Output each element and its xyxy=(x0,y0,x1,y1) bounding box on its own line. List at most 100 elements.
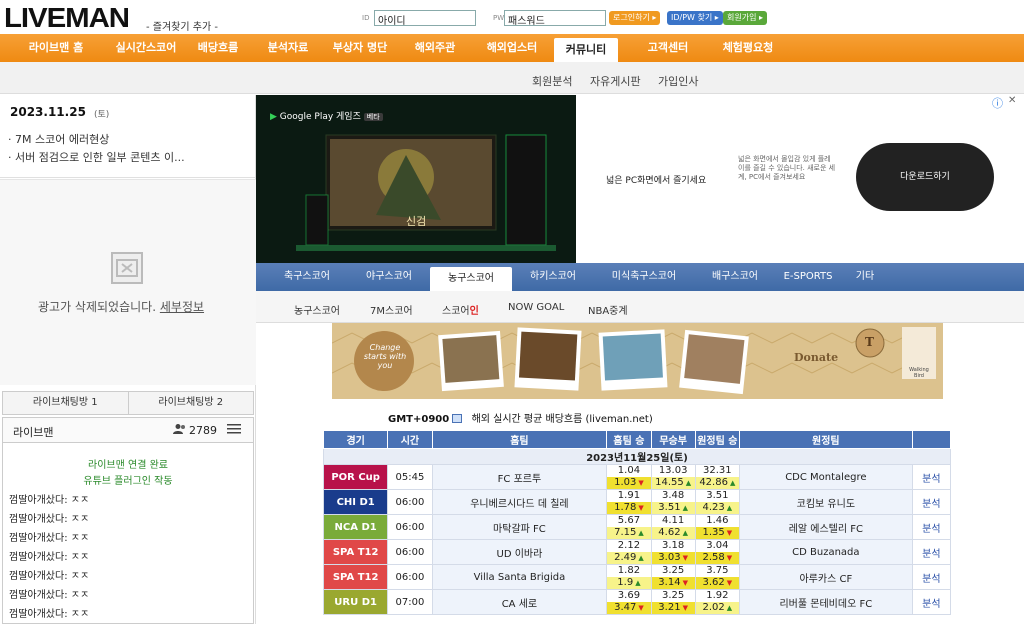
nav-trial-request[interactable]: 체험평요청 xyxy=(710,34,786,62)
community-subnav: 회원분석 자유게시판 가입인사 xyxy=(0,62,1024,94)
league-badge[interactable]: SPA T12 xyxy=(322,539,389,565)
col-header: 경기 xyxy=(322,430,389,449)
tab-chat-room-2[interactable]: 라이브채팅방 2 xyxy=(127,392,253,414)
league-badge[interactable]: NCA D1 xyxy=(322,514,389,540)
analysis-link[interactable]: 분석 xyxy=(911,489,952,515)
ad-download-button[interactable]: 다운로드하기 xyxy=(856,143,994,211)
chat-message: 껌딸아개샀다: ㅈㅈ xyxy=(9,609,90,620)
chat-message: 껌딸아개샀다: ㅈㅈ xyxy=(9,514,90,525)
league-badge[interactable]: CHI D1 xyxy=(322,489,389,515)
analysis-link[interactable]: 분석 xyxy=(911,539,952,565)
home-team[interactable]: 우니베르시다드 데 칠레 xyxy=(431,489,608,515)
home-team[interactable]: 마탁갈파 FC xyxy=(431,514,608,540)
away-win-odds: 32.31 42.86 ▲ xyxy=(694,464,740,490)
google-play-ad[interactable]: ▶ Google Play 게임즈 베타 신검 넓은 PC화면에서 즐기세요 넓… xyxy=(256,95,1024,263)
match-row: SPA T12 06:00 Villa Santa Brigida 1.82 1.9 ▲ 3… xyxy=(322,564,952,590)
nav-analysis[interactable]: 분석자료 xyxy=(256,34,320,62)
donate-banner[interactable]: Change starts with you Donate T Walking … xyxy=(332,323,943,399)
nav-overseas-picks[interactable]: 해외주관 xyxy=(400,34,470,62)
subnav-free-board[interactable]: 자유게시판 xyxy=(590,73,641,89)
nav-home[interactable]: 라이브맨 홈 xyxy=(0,34,112,62)
pw-label: PW xyxy=(493,14,505,22)
walking-bird-badge: Walking Bird xyxy=(909,367,929,379)
stamp-text: Change starts with you xyxy=(363,343,407,370)
tab-basketball-score[interactable]: 농구스코어 xyxy=(430,267,512,291)
tab-hockey-score[interactable]: 하키스코어 xyxy=(512,263,594,291)
home-team[interactable]: UD 이바라 xyxy=(431,539,608,565)
login-button[interactable]: 로그인하기 ▸ xyxy=(609,11,661,25)
ad-info-icon[interactable]: ⓘ xyxy=(992,95,1003,111)
tab-soccer-score[interactable]: 축구스코어 xyxy=(266,263,348,291)
home-team[interactable]: FC 포르투 xyxy=(431,464,608,490)
chat-header: 라이브맨 2789 xyxy=(2,417,254,443)
league-badge[interactable]: POR Cup xyxy=(322,464,389,490)
match-row: URU D1 07:00 CA 세로 3.69 3.47 ▼ 3.25 3.21 ▼ 1.92 2.… xyxy=(322,589,952,615)
subtab-nba-broadcast[interactable]: NBA중계 xyxy=(588,302,628,317)
chat-messages[interactable]: ••• 라이브맨 연결 완료 유튜브 플러그인 작동 껌딸아개샀다: ㅈㅈ 껌딸… xyxy=(2,443,254,624)
analysis-link[interactable]: 분석 xyxy=(911,464,952,490)
liveman-logo[interactable]: LIVEMAN xyxy=(4,2,130,34)
away-win-odds: 3.75 3.62 ▼ xyxy=(694,564,740,590)
subnav-greetings[interactable]: 가입인사 xyxy=(658,73,698,89)
chat-message: 껌딸아개샀다: ㅈㅈ xyxy=(9,571,90,582)
home-win-odds: 1.82 1.9 ▲ xyxy=(606,564,652,590)
bookmark-link[interactable]: - 즐겨찾기 추가 - xyxy=(146,18,218,33)
league-badge[interactable]: URU D1 xyxy=(322,589,389,615)
ad-detail-link[interactable]: 세부정보 xyxy=(160,300,204,314)
analysis-link[interactable]: 분석 xyxy=(911,514,952,540)
notice-item[interactable]: · 서버 점검으로 인한 일부 콘텐츠 이... xyxy=(8,149,185,165)
away-team[interactable]: 레알 에스텔리 FC xyxy=(738,514,913,540)
home-team[interactable]: CA 세로 xyxy=(431,589,608,615)
nav-injury-list[interactable]: 부상자 명단 xyxy=(320,34,400,62)
nav-community[interactable]: 커뮤니티 xyxy=(554,38,618,62)
col-header: 홈팀 xyxy=(431,430,608,449)
analysis-link[interactable]: 분석 xyxy=(911,564,952,590)
subnav-member-analysis[interactable]: 회원분석 xyxy=(532,73,572,89)
tab-volleyball-score[interactable]: 배구스코어 xyxy=(694,263,776,291)
ad-close-icon[interactable]: ✕ xyxy=(1008,95,1016,106)
away-team[interactable]: 코킴보 유니도 xyxy=(738,489,913,515)
home-team[interactable]: Villa Santa Brigida xyxy=(431,564,608,590)
id-input[interactable]: 아이디 xyxy=(374,10,476,27)
tab-chat-room-1[interactable]: 라이브채팅방 1 xyxy=(3,392,128,414)
draw-odds: 3.25 3.14 ▼ xyxy=(650,564,696,590)
removed-ad-panel: 광고가 삭제되었습니다. 세부정보 xyxy=(0,179,256,385)
match-row: NCA D1 06:00 마탁갈파 FC 5.67 7.15 ▲ 4.11 4.62 ▲ 1.46… xyxy=(322,514,952,540)
date-row: 2023년11월25일(토) xyxy=(323,448,951,465)
tab-baseball-score[interactable]: 야구스코어 xyxy=(348,263,430,291)
tab-football-score[interactable]: 미식축구스코어 xyxy=(594,263,694,291)
away-win-odds: 1.46 1.35 ▼ xyxy=(694,514,740,540)
analysis-link[interactable]: 분석 xyxy=(911,589,952,615)
subtab-score-in[interactable]: 스코어인 xyxy=(442,302,479,317)
odds-table: 경기 시간 홈팀 홈팀 승 무승부 원정팀 승 원정팀 2023년11월25일(… xyxy=(322,430,952,615)
home-win-odds: 5.67 7.15 ▲ xyxy=(606,514,652,540)
join-button[interactable]: 회원가입 ▸ xyxy=(723,11,767,25)
odds-source: 해외 실시간 평균 배당흐름 (liveman.net) xyxy=(471,414,653,425)
find-idpw-button[interactable]: ID/PW 찾기 ▸ xyxy=(667,11,723,25)
subtab-7m-score[interactable]: 7M스코어 xyxy=(370,302,413,317)
tab-esports[interactable]: E-SPORTS xyxy=(776,263,840,291)
current-date: 2023.11.25 xyxy=(10,105,86,119)
nav-overseas-upsets[interactable]: 해외업스터 xyxy=(470,34,554,62)
nav-customer-center[interactable]: 고객센터 xyxy=(626,34,710,62)
away-team[interactable]: CD Buzanada xyxy=(738,539,913,565)
nav-odds-flow[interactable]: 배당흐름 xyxy=(180,34,256,62)
subtab-now-goal[interactable]: NOW GOAL xyxy=(508,302,564,313)
menu-icon[interactable] xyxy=(227,422,243,439)
draw-odds: 3.48 3.51 ▲ xyxy=(650,489,696,515)
divider xyxy=(0,177,256,178)
away-team[interactable]: 아루카스 CF xyxy=(738,564,913,590)
nav-live-score[interactable]: 실시간스코어 xyxy=(112,34,180,62)
chat-status: 라이브맨 연결 완료 xyxy=(88,460,168,471)
notice-item[interactable]: · 7M 스코어 에러현상 xyxy=(8,131,109,147)
current-day: (토) xyxy=(94,110,110,120)
left-sidebar: 2023.11.25 (토) · 7M 스코어 에러현상 · 서버 점검으로 인… xyxy=(0,95,256,624)
away-team[interactable]: CDC Montalegre xyxy=(738,464,913,490)
league-badge[interactable]: SPA T12 xyxy=(322,564,389,590)
away-team[interactable]: 리버풀 몬테비데오 FC xyxy=(738,589,913,615)
password-input[interactable]: 패스워드 xyxy=(504,10,606,27)
col-header: 원정팀 승 xyxy=(694,430,740,449)
subtab-basketball-score[interactable]: 농구스코어 xyxy=(294,302,340,317)
calendar-icon[interactable] xyxy=(452,414,463,423)
tab-etc[interactable]: 기타 xyxy=(840,263,890,291)
